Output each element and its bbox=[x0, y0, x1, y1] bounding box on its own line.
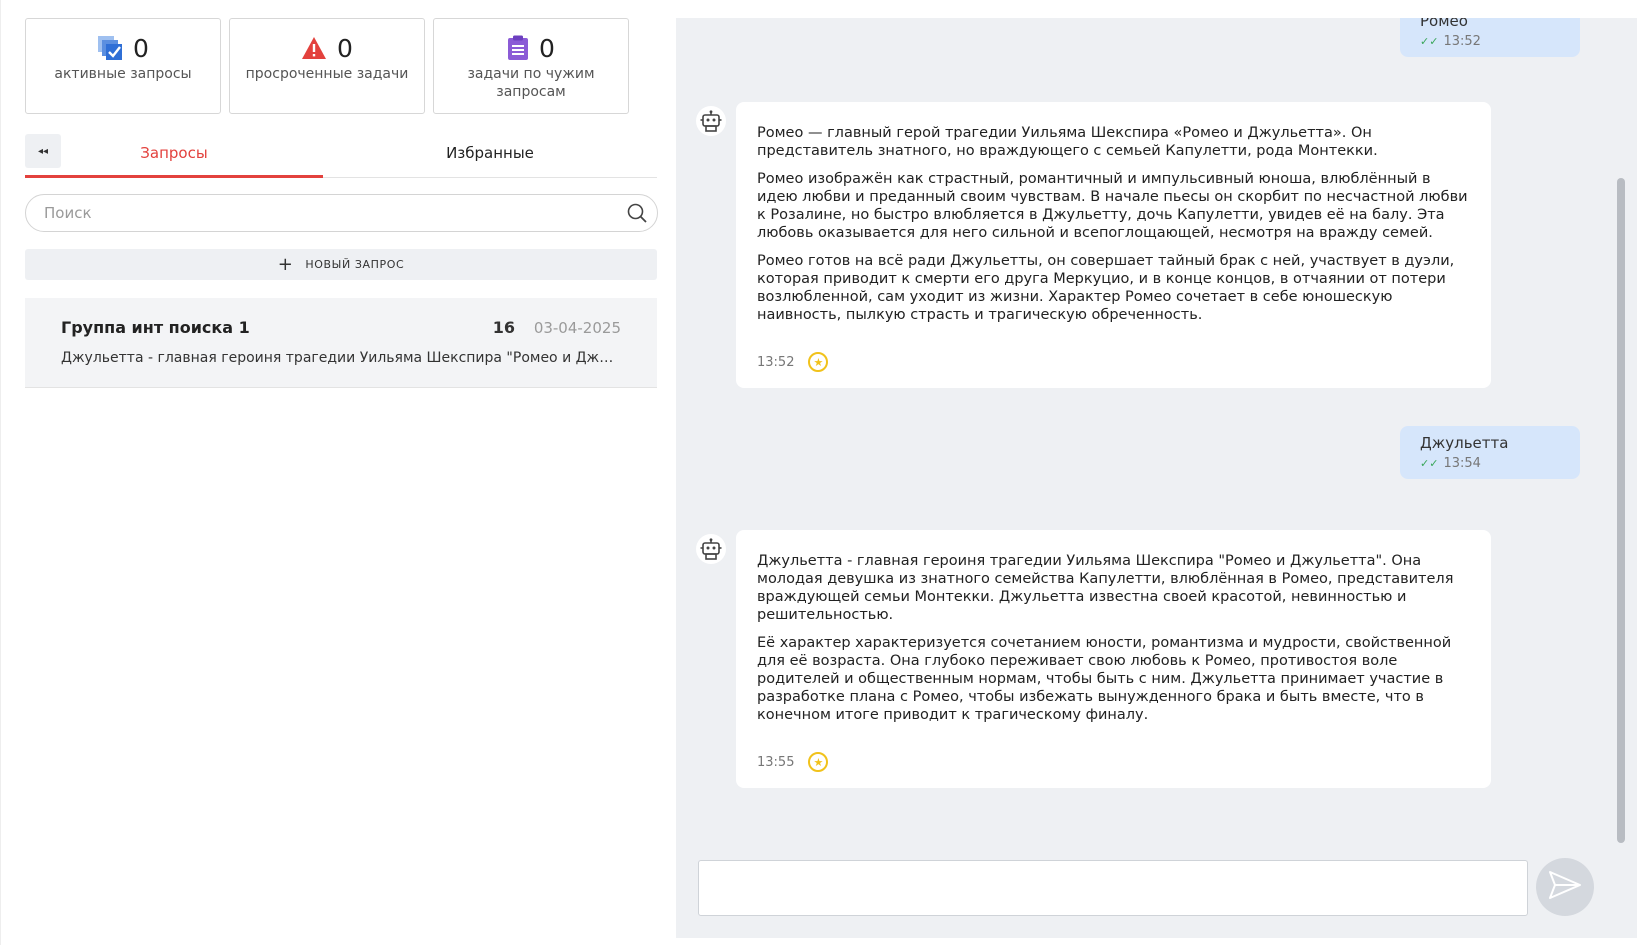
clipboard-icon bbox=[507, 35, 529, 61]
request-date: 03-04-2025 bbox=[533, 319, 621, 337]
favorite-star-icon[interactable]: ★ bbox=[808, 352, 829, 372]
request-snippet: Джульетта - главная героиня трагедии Уил… bbox=[61, 350, 621, 366]
stat-active-requests[interactable]: 0 активные запросы bbox=[25, 18, 221, 114]
send-button[interactable] bbox=[1536, 858, 1594, 916]
left-panel: 0 активные запросы 0 просроченные задачи bbox=[0, 0, 678, 945]
plus-icon: + bbox=[277, 253, 294, 275]
checklist-icon bbox=[97, 35, 123, 61]
request-list-item[interactable]: Группа инт поиска 1 16 03-04-2025 Джулье… bbox=[25, 298, 657, 388]
search-input[interactable] bbox=[44, 195, 604, 231]
user-message-time: 13:52 bbox=[1443, 34, 1481, 49]
bot-message-paragraph: Джульетта - главная героиня трагедии Уил… bbox=[757, 553, 1454, 623]
search-icon[interactable] bbox=[627, 203, 647, 227]
bot-message-paragraph: Ромео готов на всё ради Джульетты, он со… bbox=[757, 253, 1455, 323]
user-message-text: Ромео bbox=[1420, 18, 1468, 30]
stat-value: 0 bbox=[539, 33, 555, 63]
tab-bar: ◂◂ Запросы Избранные bbox=[25, 134, 657, 178]
favorite-star-icon[interactable]: ★ bbox=[808, 752, 829, 772]
bot-message-paragraph: Её характер характеризуется сочетанием ю… bbox=[757, 635, 1452, 723]
stat-label: активные запросы bbox=[54, 66, 192, 82]
bot-message-time: 13:55 bbox=[757, 754, 795, 770]
request-title: Группа инт поиска 1 bbox=[61, 318, 250, 337]
bot-message-meta: 13:55 ★ bbox=[757, 752, 1470, 772]
stat-label: просроченные задачи bbox=[245, 66, 409, 82]
bot-message-paragraph: Ромео изображён как страстный, романтичн… bbox=[757, 171, 1468, 241]
request-count: 16 bbox=[492, 318, 515, 337]
bot-message: Ромео — главный герой трагедии Уильяма Ш… bbox=[736, 102, 1491, 388]
stat-value: 0 bbox=[337, 33, 353, 63]
user-message-text: Джульетта bbox=[1420, 434, 1509, 452]
app-root: 0 активные запросы 0 просроченные задачи bbox=[0, 0, 1637, 945]
stat-overdue-tasks[interactable]: 0 просроченные задачи bbox=[229, 18, 425, 114]
stat-value: 0 bbox=[133, 33, 149, 63]
message-input[interactable] bbox=[699, 861, 1527, 915]
user-message-time: 13:54 bbox=[1443, 456, 1481, 471]
stat-foreign-tasks[interactable]: 0 задачи по чужим запросам bbox=[433, 18, 629, 114]
new-request-label: НОВЫЙ ЗАПРОС bbox=[305, 258, 405, 271]
stat-label: задачи по чужим запросам bbox=[467, 66, 595, 100]
bot-message-meta: 13:52 ★ bbox=[757, 352, 1470, 372]
bot-message-time: 13:52 bbox=[757, 354, 795, 370]
chat-panel: Ромео ✓✓ 13:52 Ромео — главный герой тра… bbox=[676, 18, 1637, 938]
tab-requests[interactable]: Запросы bbox=[25, 134, 323, 178]
robot-icon bbox=[696, 106, 726, 136]
bot-message: Джульетта - главная героиня трагедии Уил… bbox=[736, 530, 1491, 788]
double-check-icon: ✓✓ bbox=[1420, 35, 1439, 48]
chat-scrollbar[interactable] bbox=[1617, 178, 1625, 843]
user-message: Ромео ✓✓ 13:52 bbox=[1400, 18, 1580, 57]
message-input-box bbox=[698, 860, 1528, 916]
user-message: Джульетта ✓✓ 13:54 bbox=[1400, 426, 1580, 479]
tab-favorites[interactable]: Избранные bbox=[323, 134, 657, 178]
user-message-time-row: ✓✓ 13:54 bbox=[1420, 456, 1560, 471]
double-check-icon: ✓✓ bbox=[1420, 457, 1439, 470]
warning-icon bbox=[301, 36, 327, 60]
new-request-button[interactable]: + НОВЫЙ ЗАПРОС bbox=[25, 249, 657, 280]
bot-message-paragraph: Ромео — главный герой трагедии Уильяма Ш… bbox=[757, 125, 1378, 159]
user-message-time-row: ✓✓ 13:52 bbox=[1420, 34, 1560, 49]
search-box bbox=[25, 194, 658, 232]
send-icon bbox=[1548, 870, 1582, 904]
robot-icon bbox=[696, 534, 726, 564]
